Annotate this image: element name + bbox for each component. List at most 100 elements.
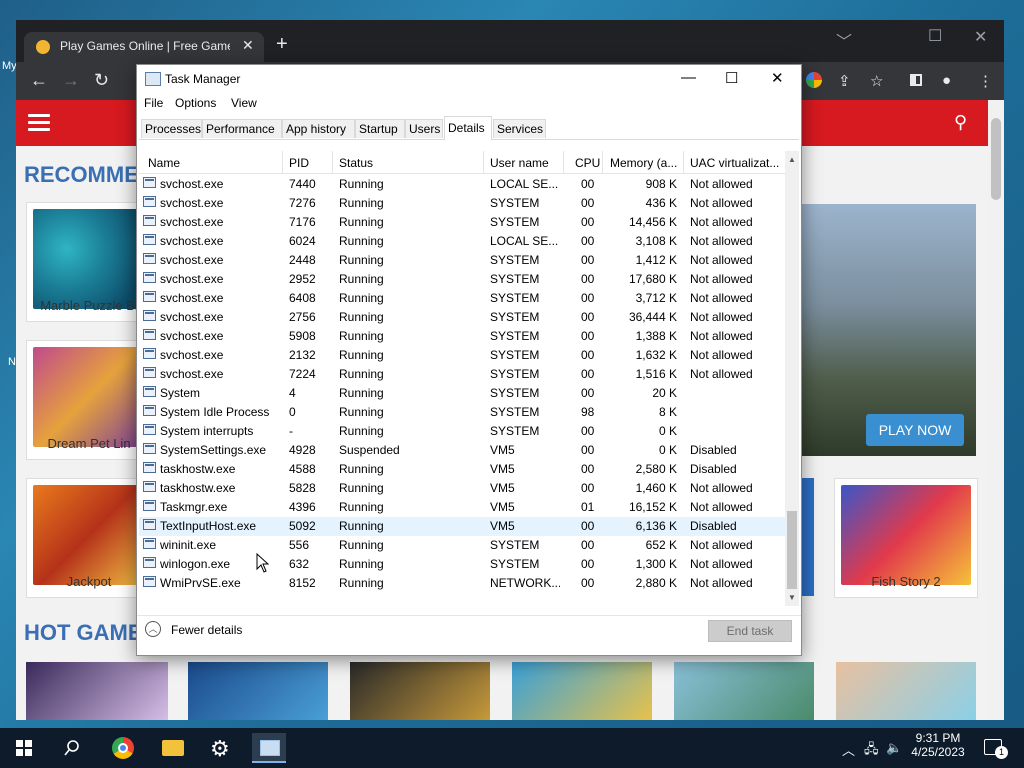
game-thumbnail[interactable] [674,662,814,720]
column-header-name[interactable]: Name [148,156,180,170]
process-pid: 7276 [289,196,316,210]
chevron-up-circle-icon[interactable]: ︿ [145,621,161,637]
process-cpu: 00 [581,329,595,343]
game-thumbnail[interactable] [512,662,652,720]
tab-startup[interactable]: Startup [355,119,405,138]
game-card[interactable]: Fish Story 2 [834,478,978,598]
browser-close-icon[interactable]: ✕ [974,27,987,47]
table-row[interactable]: taskhostw.exe 4588 Running VM5 00 2,580 K Disa… [139,460,785,479]
tab-services[interactable]: Services [493,119,546,138]
google-icon[interactable] [806,72,822,88]
game-thumbnail[interactable] [26,662,168,720]
process-name: svchost.exe [160,253,224,267]
profile-icon[interactable]: ● [942,72,951,89]
table-row[interactable]: svchost.exe 7176 Running SYSTEM 00 14,456 K No… [139,213,785,232]
table-row[interactable]: svchost.exe 2448 Running SYSTEM 00 1,412 K Not… [139,251,785,270]
title-bar[interactable]: Task Manager — ☐ ✕ [137,65,801,93]
table-row[interactable]: SystemSettings.exe 4928 Suspended VM5 00 0 K D… [139,441,785,460]
process-cpu: 00 [581,253,595,267]
show-hidden-icons-icon[interactable]: ︿ [842,740,855,759]
column-header-status[interactable]: Status [339,156,373,170]
table-scrollbar-thumb[interactable] [787,511,797,589]
chrome-menu-icon[interactable]: ⋮ [978,72,993,90]
side-panel-icon[interactable] [910,74,922,86]
table-row[interactable]: TextInputHost.exe 5092 Running VM5 00 6,136 K… [139,517,785,536]
game-thumbnail[interactable] [350,662,490,720]
scroll-down-arrow-icon[interactable]: ▼ [788,593,796,602]
column-resizer[interactable] [332,151,333,173]
volume-icon[interactable]: 🔈 [886,740,902,756]
end-task-button[interactable]: End task [708,620,792,642]
table-row[interactable]: System interrupts - Running SYSTEM 00 0 K [139,422,785,441]
forward-button[interactable]: → [62,70,80,91]
bookmark-star-icon[interactable]: ☆ [870,72,883,90]
close-button[interactable]: ✕ [771,69,784,87]
menu-file[interactable]: File [144,96,163,110]
game-thumbnail[interactable] [188,662,328,720]
menu-options[interactable]: Options [175,96,216,110]
column-header-uac[interactable]: UAC virtualizat... [690,156,779,170]
column-header-user-name[interactable]: User name [490,156,549,170]
maximize-button[interactable]: ☐ [725,69,738,87]
minimize-button[interactable]: — [681,69,696,86]
task-manager-taskbar-item[interactable] [252,733,286,763]
game-card[interactable]: Jackpot [26,478,152,598]
hamburger-menu-icon[interactable] [28,114,50,132]
column-resizer[interactable] [563,151,564,173]
browser-tab-search-icon[interactable]: ﹀ [836,28,852,52]
play-now-button[interactable]: PLAY NOW [866,414,964,446]
file-explorer-icon[interactable] [162,740,184,756]
scroll-up-arrow-icon[interactable]: ▲ [788,155,796,164]
share-icon[interactable]: ⇪ [838,72,851,90]
table-row[interactable]: System Idle Process 0 Running SYSTEM 98 8 K [139,403,785,422]
game-card[interactable]: Dream Pet Lin [26,340,152,460]
table-row[interactable]: svchost.exe 2756 Running SYSTEM 00 36,444 K No… [139,308,785,327]
tab-details[interactable]: Details [444,116,492,140]
search-icon[interactable] [63,739,81,757]
back-button[interactable]: ← [30,70,48,91]
column-resizer[interactable] [602,151,603,173]
tab-processes[interactable]: Processes [141,119,202,138]
table-row[interactable]: System 4 Running SYSTEM 00 20 K [139,384,785,403]
table-row[interactable]: wininit.exe 556 Running SYSTEM 00 652 K Not al… [139,536,785,555]
column-resizer[interactable] [282,151,283,173]
game-card-partial[interactable] [800,478,814,596]
table-row[interactable]: winlogon.exe 632 Running SYSTEM 00 1,300 K Not… [139,555,785,574]
close-tab-icon[interactable]: ✕ [242,37,254,54]
column-header-memory[interactable]: Memory (a... [610,156,677,170]
table-row[interactable]: svchost.exe 2952 Running SYSTEM 00 17,680 K No… [139,270,785,289]
game-card[interactable]: Marble Puzzle Bl [26,202,152,322]
table-row[interactable]: Taskmgr.exe 4396 Running VM5 01 16,152 K Not a… [139,498,785,517]
reload-button[interactable]: ↻ [94,70,109,91]
column-resizer[interactable] [683,151,684,173]
network-icon[interactable]: 🖧 [864,740,879,762]
process-cpu: 98 [581,405,595,419]
game-thumbnail[interactable] [836,662,976,720]
tab-app-history[interactable]: App history [282,119,355,138]
clock[interactable]: 9:31 PM 4/25/2023 [908,731,968,759]
settings-gear-icon[interactable]: ⚙ [210,736,230,762]
table-row[interactable]: svchost.exe 2132 Running SYSTEM 00 1,632 K Not… [139,346,785,365]
tab-users[interactable]: Users [405,119,443,138]
windows-start-icon[interactable] [16,740,32,756]
table-row[interactable]: taskhostw.exe 5828 Running VM5 00 1,460 K Not … [139,479,785,498]
table-row[interactable]: svchost.exe 6024 Running LOCAL SE... 00 3,108… [139,232,785,251]
page-scrollbar-thumb[interactable] [991,118,1001,200]
column-resizer[interactable] [483,151,484,173]
table-row[interactable]: svchost.exe 7224 Running SYSTEM 00 1,516 K Not… [139,365,785,384]
browser-tab[interactable]: Play Games Online | Free Games ✕ [24,32,264,62]
tab-performance[interactable]: Performance [202,119,282,138]
column-header-cpu[interactable]: CPU [575,156,600,170]
table-row[interactable]: svchost.exe 6408 Running SYSTEM 00 3,712 K Not… [139,289,785,308]
table-row[interactable]: WmiPrvSE.exe 8152 Running NETWORK... 00 2,880… [139,574,785,593]
table-row[interactable]: svchost.exe 5908 Running SYSTEM 00 1,388 K Not… [139,327,785,346]
menu-view[interactable]: View [231,96,257,110]
table-row[interactable]: svchost.exe 7276 Running SYSTEM 00 436 K Not a… [139,194,785,213]
process-cpu: 00 [581,557,595,571]
browser-restore-icon[interactable]: ☐ [928,26,942,46]
column-header-pid[interactable]: PID [289,156,309,170]
search-icon[interactable]: ⚲ [954,112,967,133]
table-row[interactable]: svchost.exe 7440 Running LOCAL SE... 00 908 K… [139,175,785,194]
fewer-details-link[interactable]: Fewer details [171,623,242,637]
new-tab-button[interactable]: + [276,33,288,56]
